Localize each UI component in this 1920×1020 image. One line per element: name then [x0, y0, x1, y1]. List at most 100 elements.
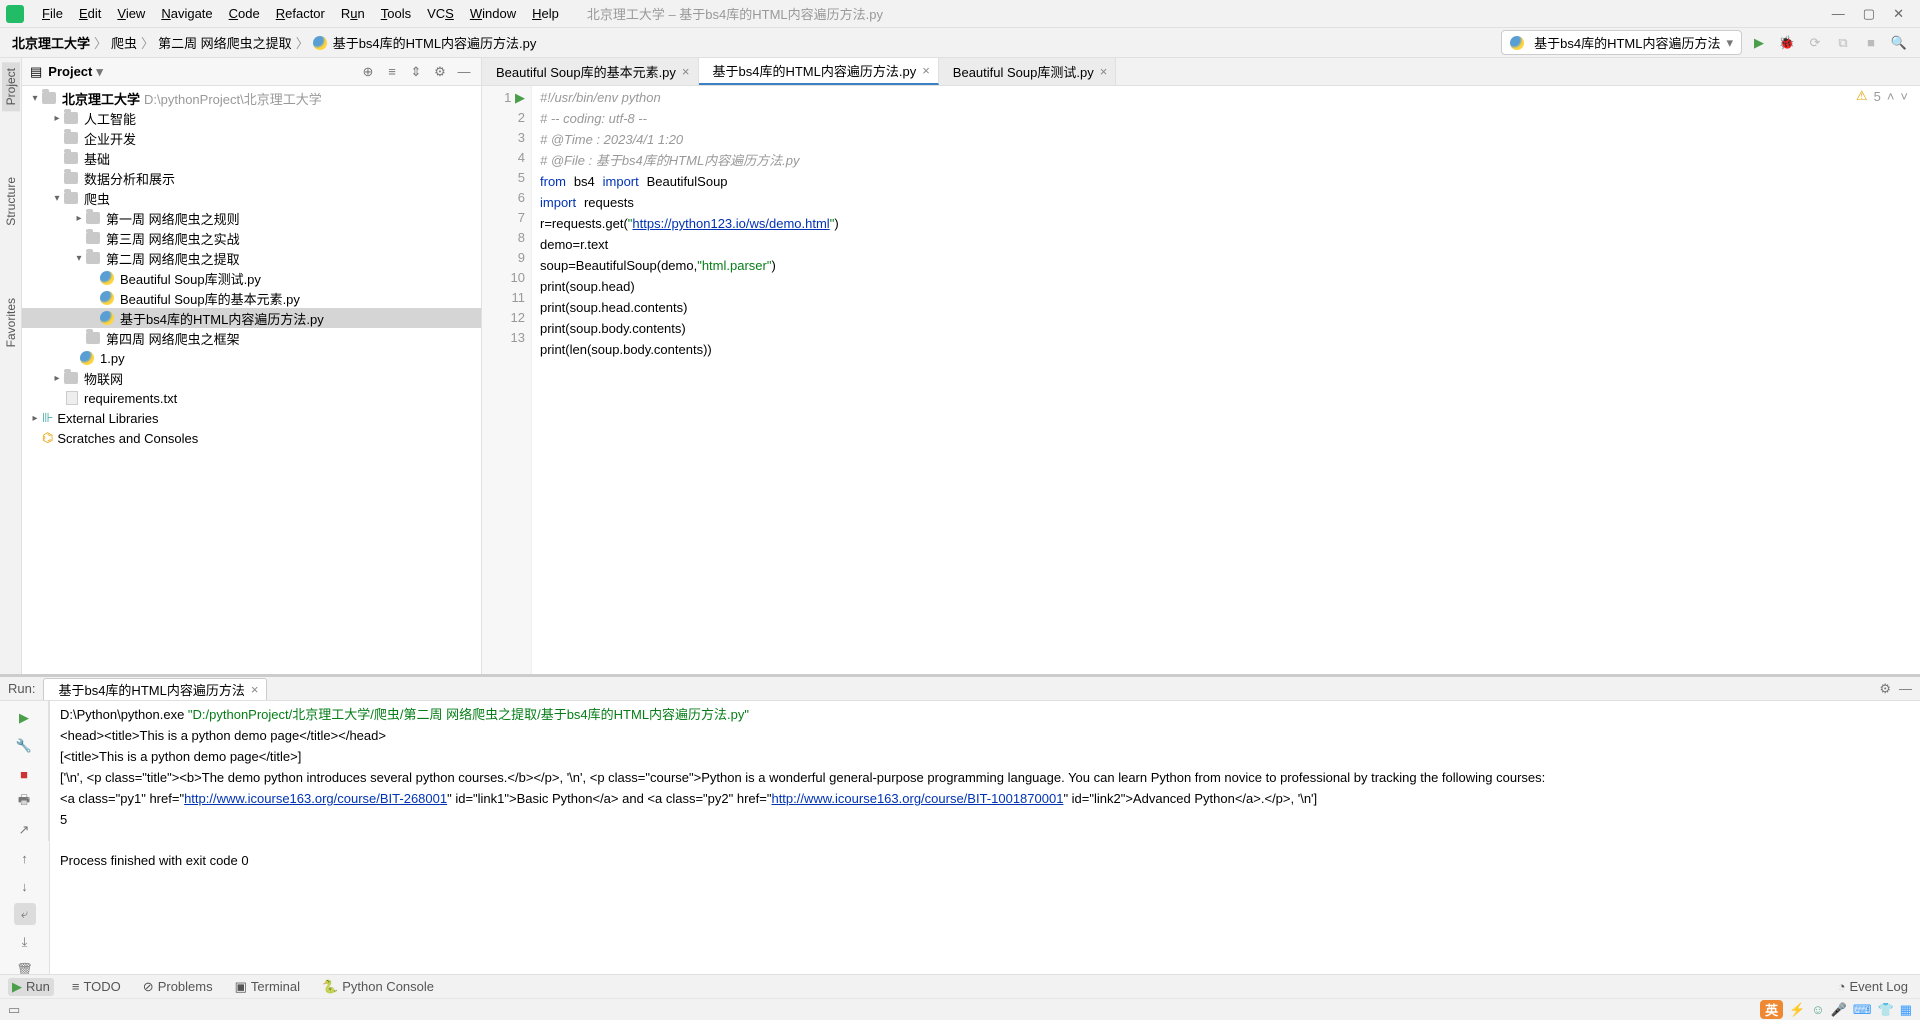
- menu-edit[interactable]: Edit: [71, 4, 109, 23]
- emoji-icon[interactable]: ☺: [1811, 1002, 1824, 1017]
- crumb-file[interactable]: 基于bs4库的HTML内容遍历方法.py: [333, 33, 537, 52]
- crumb-folder-2[interactable]: 第二周 网络爬虫之提取: [158, 33, 292, 52]
- editor-tab[interactable]: Beautiful Soup库测试.py×: [939, 58, 1117, 85]
- menu-view[interactable]: View: [109, 4, 153, 23]
- status-icon[interactable]: ▭: [8, 1002, 20, 1018]
- menu-navigate[interactable]: Navigate: [153, 4, 220, 23]
- menu-run[interactable]: Run: [333, 4, 373, 23]
- terminal-tool-button[interactable]: ▣Terminal: [231, 978, 304, 996]
- tree-folder[interactable]: 第四周 网络爬虫之框架: [22, 328, 481, 348]
- keyboard-icon[interactable]: ⌨: [1853, 1002, 1872, 1018]
- locate-icon[interactable]: ⊕: [359, 64, 377, 80]
- debug-run-button[interactable]: 🔧: [13, 735, 35, 757]
- menu-vcs[interactable]: VCS: [419, 4, 462, 23]
- ime-indicator[interactable]: 英: [1760, 1000, 1783, 1019]
- tree-folder[interactable]: ▸物联网: [22, 368, 481, 388]
- crumb-folder-1[interactable]: 爬虫: [111, 33, 137, 52]
- run-button[interactable]: ▶: [1748, 32, 1770, 54]
- stop-button[interactable]: ■: [1860, 32, 1882, 54]
- project-panel-title: Project: [48, 64, 92, 79]
- down-trace-button[interactable]: ↓: [14, 875, 36, 897]
- up-trace-button[interactable]: ↑: [14, 847, 36, 869]
- folder-icon: ▤: [30, 64, 42, 80]
- todo-tool-button[interactable]: ≡TODO: [68, 978, 125, 995]
- debug-button[interactable]: 🐞: [1776, 32, 1798, 54]
- tool-project-tab[interactable]: Project: [2, 62, 20, 111]
- maximize-icon[interactable]: ▢: [1863, 6, 1875, 22]
- window-title: 北京理工大学 – 基于bs4库的HTML内容遍历方法.py: [587, 4, 1832, 23]
- settings-icon[interactable]: ⚙: [431, 64, 449, 80]
- tree-root[interactable]: ▾北京理工大学D:\pythonProject\北京理工大学: [22, 88, 481, 108]
- expand-all-icon[interactable]: ≡: [383, 64, 401, 79]
- run-tab[interactable]: 基于bs4库的HTML内容遍历方法×: [43, 678, 267, 700]
- run-settings-icon[interactable]: ⚙: [1879, 681, 1891, 697]
- editor-gutter[interactable]: 1 ▶2345678910111213: [482, 86, 532, 674]
- scroll-end-button[interactable]: ⤓: [14, 931, 36, 953]
- run-toolbar: ▶ 🔧 ■ 🖶 ↗ ↑ ↓ ⤶ ⤓ 🗑: [0, 701, 50, 974]
- tree-scratches[interactable]: ⌬Scratches and Consoles: [22, 428, 481, 448]
- hide-panel-icon[interactable]: —: [1899, 681, 1912, 697]
- run-config-selector[interactable]: 基于bs4库的HTML内容遍历方法 ▾: [1501, 30, 1742, 55]
- tree-folder[interactable]: 数据分析和展示: [22, 168, 481, 188]
- close-icon[interactable]: ✕: [1893, 6, 1904, 22]
- soft-wrap-button[interactable]: ⤶: [14, 903, 36, 925]
- menu-code[interactable]: Code: [221, 4, 268, 23]
- close-tab-icon[interactable]: ×: [922, 63, 930, 78]
- skin-icon[interactable]: 👕: [1878, 1002, 1894, 1018]
- close-tab-icon[interactable]: ×: [251, 682, 259, 697]
- rerun-button[interactable]: ▶: [13, 707, 35, 729]
- collapse-all-icon[interactable]: ⇕: [407, 64, 425, 80]
- run-config-name: 基于bs4库的HTML内容遍历方法: [1534, 33, 1720, 52]
- voice-input-icon[interactable]: 🎤: [1831, 1002, 1847, 1018]
- run-output[interactable]: D:\Python\python.exe "D:/pythonProject/北…: [50, 701, 1920, 974]
- tree-folder[interactable]: 基础: [22, 148, 481, 168]
- tree-folder[interactable]: ▸人工智能: [22, 108, 481, 128]
- chevron-down-icon[interactable]: ˅: [1900, 89, 1908, 104]
- editor-tab[interactable]: Beautiful Soup库的基本元素.py×: [482, 58, 699, 85]
- tree-folder[interactable]: ▸第一周 网络爬虫之规则: [22, 208, 481, 228]
- menu-tools[interactable]: Tools: [373, 4, 419, 23]
- menu-refactor[interactable]: Refactor: [268, 4, 333, 23]
- editor-tab-active[interactable]: 基于bs4库的HTML内容遍历方法.py×: [699, 58, 939, 85]
- python-file-icon: [313, 36, 327, 50]
- problems-tool-button[interactable]: ⊘Problems: [139, 978, 217, 996]
- crumb-root[interactable]: 北京理工大学: [12, 33, 90, 52]
- chevron-down-icon[interactable]: ▾: [96, 64, 103, 80]
- event-log-button[interactable]: ◔Event Log: [1834, 978, 1912, 995]
- editor-inspection-status[interactable]: ⚠ 5 ˄ ˅: [1856, 88, 1908, 104]
- minimize-icon[interactable]: —: [1832, 6, 1845, 22]
- close-tab-icon[interactable]: ×: [682, 64, 690, 79]
- close-tab-icon[interactable]: ×: [1100, 64, 1108, 79]
- print-button[interactable]: 🖶: [13, 791, 35, 813]
- tree-file-selected[interactable]: 基于bs4库的HTML内容遍历方法.py: [22, 308, 481, 328]
- profile-button[interactable]: ⧉: [1832, 32, 1854, 54]
- menu-help[interactable]: Help: [524, 4, 567, 23]
- chevron-up-icon[interactable]: ˄: [1887, 89, 1895, 104]
- code-editor[interactable]: #!/usr/bin/env python # -- coding: utf-8…: [532, 86, 1920, 674]
- tree-file[interactable]: Beautiful Soup库的基本元素.py: [22, 288, 481, 308]
- editor-tabs: Beautiful Soup库的基本元素.py× 基于bs4库的HTML内容遍历…: [482, 58, 1920, 86]
- exit-button[interactable]: ↗: [13, 819, 35, 841]
- toolbox-icon[interactable]: ▦: [1900, 1002, 1912, 1018]
- status-bar: ▭ 英 ⚡ ☺ 🎤 ⌨ 👕 ▦: [0, 998, 1920, 1020]
- search-everywhere-button[interactable]: 🔍: [1888, 32, 1910, 54]
- tool-favorites-tab[interactable]: Favorites: [2, 292, 20, 353]
- tree-file[interactable]: 1.py: [22, 348, 481, 368]
- tree-file[interactable]: Beautiful Soup库测试.py: [22, 268, 481, 288]
- hide-panel-icon[interactable]: —: [455, 64, 473, 79]
- ime-settings-icon[interactable]: ⚡: [1789, 1002, 1805, 1018]
- tree-folder[interactable]: ▾爬虫: [22, 188, 481, 208]
- tree-external-libs[interactable]: ▸⊪External Libraries: [22, 408, 481, 428]
- chevron-down-icon: ▾: [1726, 35, 1733, 51]
- tree-file[interactable]: requirements.txt: [22, 388, 481, 408]
- menu-window[interactable]: Window: [462, 4, 524, 23]
- python-console-tool-button[interactable]: 🐍Python Console: [318, 978, 438, 996]
- tool-structure-tab[interactable]: Structure: [2, 171, 20, 232]
- tree-folder[interactable]: 第三周 网络爬虫之实战: [22, 228, 481, 248]
- run-tool-button[interactable]: ▶Run: [8, 978, 54, 996]
- menu-file[interactable]: File: [34, 4, 71, 23]
- tree-folder[interactable]: 企业开发: [22, 128, 481, 148]
- stop-run-button[interactable]: ■: [13, 763, 35, 785]
- run-coverage-button[interactable]: ⟳: [1804, 32, 1826, 54]
- tree-folder[interactable]: ▾第二周 网络爬虫之提取: [22, 248, 481, 268]
